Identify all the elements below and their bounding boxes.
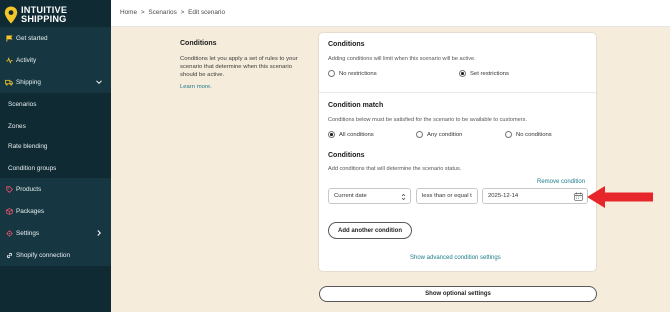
sidebar-item-label: Settings [16,229,40,237]
radio-selected-icon [459,70,466,77]
sidebar-item-zones[interactable]: Zones [0,115,111,137]
date-value: 2025-12-14 [488,193,519,199]
gear-icon [5,229,13,237]
radio-label: All conditions [339,131,374,138]
remove-condition-link[interactable]: Remove condition [537,179,585,185]
calendar-icon[interactable] [574,192,583,201]
condition-operator-select[interactable]: less than or equal t [416,188,478,204]
flag-icon [5,34,13,42]
annotation-arrow-icon [587,186,653,208]
brand-line2: SHIPPING [21,14,67,24]
learn-more-link[interactable]: Learn more. [180,84,212,90]
section-title: Conditions [180,40,217,47]
sidebar-item-shopify-connection[interactable]: Shopify connection [0,244,111,266]
breadcrumb-scenarios[interactable]: Scenarios [148,9,176,16]
sidebar-item-label: Packages [16,207,45,215]
chevron-down-icon [96,80,102,85]
breadcrumb-separator: > [140,9,145,16]
radio-icon [505,131,512,138]
select-value: Current date [334,193,367,199]
conditions-heading: Conditions [328,41,365,48]
radio-no-conditions[interactable]: No conditions [505,131,552,138]
conditions-list-description: Add conditions that will determine the s… [328,166,462,172]
breadcrumb-current: Edit scenario [188,9,226,16]
condition-match-heading: Condition match [328,102,384,109]
advanced-condition-settings-link[interactable]: Show advanced condition settings [410,255,501,261]
conditions-description: Adding conditions will limit when this s… [328,56,476,62]
sidebar-item-label: Rate blending [8,142,48,150]
condition-date-input[interactable]: 2025-12-14 [482,188,588,204]
activity-icon [5,56,13,64]
radio-label: Any condition [427,131,463,138]
link-icon [5,251,13,259]
radio-label: No conditions [516,131,552,138]
radio-no-restrictions[interactable]: No restrictions [328,70,377,77]
sidebar-item-label: Activity [16,56,37,64]
chevron-right-icon [97,230,102,236]
sidebar-item-rate-blending[interactable]: Rate blending [0,135,111,157]
radio-label: Set restrictions [470,70,509,77]
sidebar-item-scenarios[interactable]: Scenarios [0,93,111,115]
radio-selected-icon [328,131,335,138]
brand-logo[interactable]: INTUITIVE SHIPPING [4,5,67,25]
breadcrumb-home[interactable]: Home [120,9,137,16]
sidebar-item-get-started[interactable]: Get started [0,27,111,49]
radio-any-condition[interactable]: Any condition [416,131,462,138]
sidebar-item-label: Scenarios [8,100,37,108]
top-bar: Home > Scenarios > Edit scenario [111,0,670,27]
sidebar-item-label: Products [16,185,42,193]
sidebar-item-label: Shopify connection [16,251,71,259]
sidebar: INTUITIVE SHIPPING Get started Activity … [0,0,111,312]
breadcrumb: Home > Scenarios > Edit scenario [120,9,227,16]
conditions-list-heading: Conditions [328,152,365,159]
sidebar-item-shipping[interactable]: Shipping [0,71,111,93]
radio-set-restrictions[interactable]: Set restrictions [459,70,509,77]
sidebar-item-products[interactable]: Products [0,178,111,200]
divider [319,92,596,93]
sidebar-item-condition-groups[interactable]: Condition groups [0,157,111,179]
condition-field-select[interactable]: Current date [328,188,411,204]
select-arrows-icon [401,193,406,201]
sidebar-item-packages[interactable]: Packages [0,200,111,222]
show-optional-settings-button[interactable]: Show optional settings [319,286,597,302]
sidebar-item-settings[interactable]: Settings [0,222,111,244]
sidebar-item-label: Shipping [16,78,41,86]
tag-icon [5,185,13,193]
sidebar-item-label: Condition groups [8,164,57,172]
sidebar-item-label: Zones [8,122,26,130]
location-pin-icon [4,6,18,24]
radio-label: No restrictions [339,70,377,77]
radio-icon [416,131,423,138]
truck-icon [5,78,13,86]
breadcrumb-separator: > [180,9,185,16]
condition-match-description: Conditions below must be satisfied for t… [328,117,527,123]
sidebar-item-activity[interactable]: Activity [0,49,111,71]
select-value: less than or equal t [422,193,472,199]
section-description: Conditions let you apply a set of rules … [180,56,298,78]
radio-icon [328,70,335,77]
package-icon [5,207,13,215]
add-another-condition-button[interactable]: Add another condition [328,222,412,239]
sidebar-item-label: Get started [16,34,48,42]
radio-all-conditions[interactable]: All conditions [328,131,374,138]
